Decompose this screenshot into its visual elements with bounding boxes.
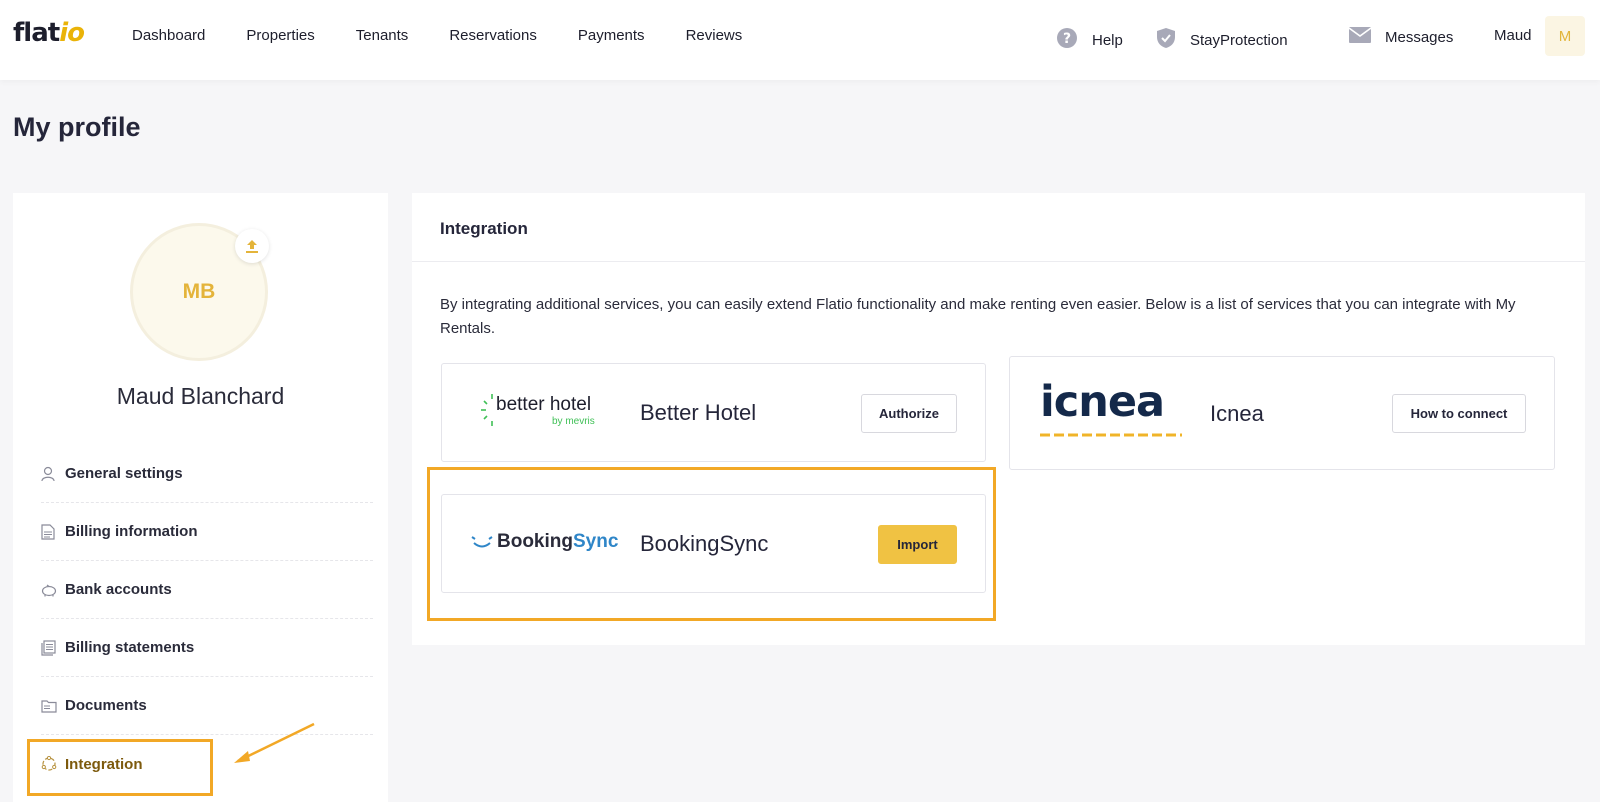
- flatio-logo[interactable]: flatio: [13, 18, 85, 48]
- authorize-button[interactable]: Authorize: [861, 394, 957, 433]
- folder-icon: [41, 699, 65, 713]
- user-name[interactable]: Maud: [1494, 27, 1532, 44]
- better-hotel-logo-sub: by mevris: [552, 416, 595, 427]
- integration-title: Integration: [412, 193, 1585, 262]
- menu-billing-information[interactable]: Billing information: [41, 503, 373, 561]
- help-link[interactable]: ? Help: [1056, 27, 1123, 53]
- icnea-logo-underline: [1040, 433, 1182, 437]
- stayprotection-link[interactable]: StayProtection: [1156, 27, 1288, 53]
- envelope-icon: [1348, 27, 1372, 47]
- nav-reservations[interactable]: Reservations: [449, 27, 537, 44]
- nav-payments[interactable]: Payments: [578, 27, 645, 44]
- menu-documents[interactable]: Documents: [41, 677, 373, 735]
- service-card-better-hotel: better hotel by mevris Better Hotel Auth…: [441, 363, 986, 462]
- user-avatar[interactable]: M: [1545, 16, 1585, 56]
- service-name: Icnea: [1210, 401, 1264, 426]
- service-name: Better Hotel: [640, 400, 757, 425]
- menu-billing-statements[interactable]: Billing statements: [41, 619, 373, 677]
- nav-reviews[interactable]: Reviews: [686, 27, 743, 44]
- better-hotel-logo-text: better hotel: [496, 394, 592, 415]
- svg-text:?: ?: [1063, 31, 1071, 47]
- stayprotection-label: StayProtection: [1190, 31, 1288, 49]
- menu-label: General settings: [65, 465, 183, 482]
- upload-icon: [246, 240, 258, 253]
- how-to-connect-button[interactable]: How to connect: [1392, 394, 1526, 433]
- piggy-bank-icon: [41, 583, 65, 597]
- main-nav: Dashboard Properties Tenants Reservation…: [132, 27, 783, 44]
- messages-link[interactable]: Messages: [1348, 27, 1454, 47]
- question-circle-icon: ?: [1056, 27, 1078, 53]
- integration-intro: By integrating additional services, you …: [440, 296, 1516, 337]
- top-navigation-bar: flatio Dashboard Properties Tenants Rese…: [0, 0, 1600, 80]
- pointer-arrow-icon: [234, 722, 315, 763]
- user-icon: [41, 466, 65, 482]
- menu-general-settings[interactable]: General settings: [41, 445, 373, 503]
- integration-highlight-frame: [27, 739, 213, 796]
- logo-accent-text: io: [59, 18, 85, 48]
- icnea-logo-text: icnea: [1040, 377, 1165, 427]
- menu-label: Billing statements: [65, 639, 195, 656]
- profile-name: Maud Blanchard: [116, 383, 285, 409]
- menu-label: Documents: [65, 697, 147, 714]
- nav-properties[interactable]: Properties: [246, 27, 314, 44]
- logo-main-text: flat: [13, 18, 60, 48]
- profile-sidebar: MB Maud Blanchard General settings Billi…: [13, 193, 388, 802]
- menu-label: Bank accounts: [65, 581, 172, 598]
- menu-label: Billing information: [65, 523, 198, 540]
- stack-icon: [41, 639, 65, 656]
- nav-dashboard[interactable]: Dashboard: [132, 27, 205, 44]
- shield-check-icon: [1156, 27, 1176, 53]
- document-icon: [41, 523, 65, 540]
- upload-avatar-button[interactable]: [235, 229, 269, 263]
- menu-bank-accounts[interactable]: Bank accounts: [41, 561, 373, 619]
- nav-tenants[interactable]: Tenants: [356, 27, 409, 44]
- bookingsync-highlight-frame: [427, 467, 996, 621]
- messages-label: Messages: [1385, 28, 1454, 46]
- help-label: Help: [1092, 31, 1123, 49]
- service-card-icnea: icnea Icnea How to connect: [1009, 356, 1555, 470]
- page-title: My profile: [13, 112, 141, 142]
